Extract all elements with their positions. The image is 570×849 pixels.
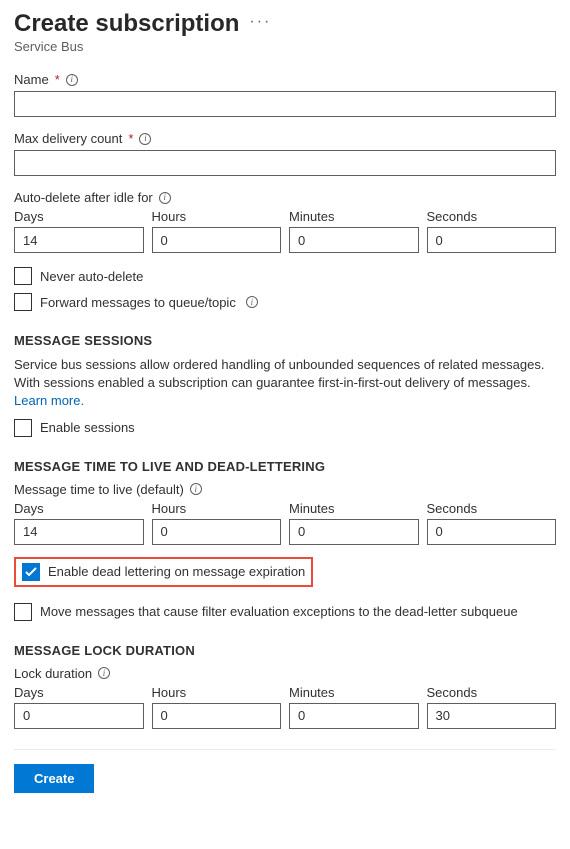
footer: Create <box>14 750 556 793</box>
seconds-label: Seconds <box>427 209 557 224</box>
ttl-section-title: MESSAGE TIME TO LIVE AND DEAD-LETTERING <box>14 459 556 474</box>
move-exceptions-label: Move messages that cause filter evaluati… <box>40 604 518 619</box>
more-actions-icon[interactable]: ··· <box>249 13 271 35</box>
enable-sessions-label: Enable sessions <box>40 420 135 435</box>
sessions-description: Service bus sessions allow ordered handl… <box>14 356 556 411</box>
ttl-label: Message time to live (default) <box>14 482 184 497</box>
info-icon[interactable]: i <box>246 296 258 308</box>
ttl-seconds-input[interactable] <box>427 519 557 545</box>
days-label: Days <box>14 209 144 224</box>
page-title: Create subscription <box>14 10 239 38</box>
auto-delete-days-input[interactable] <box>14 227 144 253</box>
hours-label: Hours <box>152 209 282 224</box>
name-label: Name <box>14 72 49 87</box>
auto-delete-seconds-input[interactable] <box>427 227 557 253</box>
lock-hours-input[interactable] <box>152 703 282 729</box>
max-delivery-input[interactable] <box>14 150 556 176</box>
info-icon[interactable]: i <box>190 483 202 495</box>
auto-delete-hours-input[interactable] <box>152 227 282 253</box>
ttl-days-input[interactable] <box>14 519 144 545</box>
move-exceptions-row: Move messages that cause filter evaluati… <box>14 603 556 621</box>
forward-row: Forward messages to queue/topic i <box>14 293 556 311</box>
sessions-section-title: MESSAGE SESSIONS <box>14 333 556 348</box>
lock-days-input[interactable] <box>14 703 144 729</box>
auto-delete-minutes-input[interactable] <box>289 227 419 253</box>
max-delivery-label: Max delivery count <box>14 131 122 146</box>
max-delivery-field: Max delivery count * i <box>14 131 556 176</box>
lock-label: Lock duration <box>14 666 92 681</box>
auto-delete-label: Auto-delete after idle for <box>14 190 153 205</box>
name-field: Name * i <box>14 72 556 117</box>
learn-more-link[interactable]: Learn more. <box>14 393 84 408</box>
dead-letter-checkbox[interactable] <box>22 563 40 581</box>
lock-section-title: MESSAGE LOCK DURATION <box>14 643 556 658</box>
page-header: Create subscription ··· Service Bus <box>14 10 556 54</box>
days-label: Days <box>14 685 144 700</box>
seconds-label: Seconds <box>427 685 557 700</box>
move-exceptions-checkbox[interactable] <box>14 603 32 621</box>
info-icon[interactable]: i <box>98 667 110 679</box>
lock-minutes-input[interactable] <box>289 703 419 729</box>
hours-label: Hours <box>152 685 282 700</box>
info-icon[interactable]: i <box>66 74 78 86</box>
sessions-desc-text: Service bus sessions allow ordered handl… <box>14 357 544 390</box>
enable-sessions-row: Enable sessions <box>14 419 556 437</box>
enable-sessions-checkbox[interactable] <box>14 419 32 437</box>
ttl-hours-input[interactable] <box>152 519 282 545</box>
lock-seconds-input[interactable] <box>427 703 557 729</box>
forward-checkbox[interactable] <box>14 293 32 311</box>
required-indicator: * <box>128 131 133 146</box>
days-label: Days <box>14 501 144 516</box>
dead-letter-label: Enable dead lettering on message expirat… <box>48 564 305 579</box>
never-auto-delete-checkbox[interactable] <box>14 267 32 285</box>
minutes-label: Minutes <box>289 501 419 516</box>
seconds-label: Seconds <box>427 501 557 516</box>
info-icon[interactable]: i <box>159 192 171 204</box>
auto-delete-field: Auto-delete after idle for i Days Hours … <box>14 190 556 253</box>
dead-letter-highlight: Enable dead lettering on message expirat… <box>14 557 313 587</box>
create-button[interactable]: Create <box>14 764 94 793</box>
info-icon[interactable]: i <box>139 133 151 145</box>
never-auto-delete-label: Never auto-delete <box>40 269 143 284</box>
never-auto-delete-row: Never auto-delete <box>14 267 556 285</box>
minutes-label: Minutes <box>289 685 419 700</box>
hours-label: Hours <box>152 501 282 516</box>
forward-label: Forward messages to queue/topic <box>40 295 236 310</box>
required-indicator: * <box>55 72 60 87</box>
ttl-minutes-input[interactable] <box>289 519 419 545</box>
minutes-label: Minutes <box>289 209 419 224</box>
page-subtitle: Service Bus <box>14 39 556 54</box>
name-input[interactable] <box>14 91 556 117</box>
